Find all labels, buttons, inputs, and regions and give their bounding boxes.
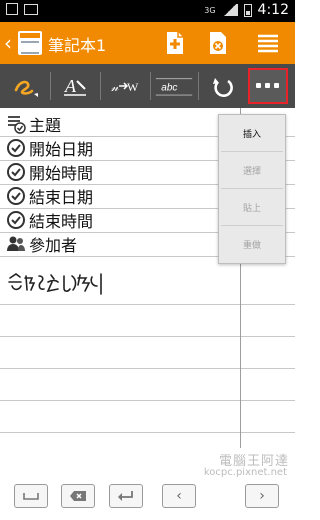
notebook-icon[interactable] (18, 31, 42, 55)
more-dots-icon (256, 83, 279, 88)
field-attendees[interactable]: 參加者 (6, 232, 77, 256)
add-page-icon[interactable] (162, 30, 188, 56)
status-time: 4:12 (257, 2, 289, 18)
mail-icon (24, 4, 38, 15)
check-icon (7, 163, 25, 181)
field-label: 結束時間 (29, 212, 94, 231)
check-icon (7, 139, 25, 157)
field-label: 開始日期 (29, 140, 94, 159)
battery-icon (243, 3, 252, 17)
people-icon (7, 236, 25, 251)
chevron-right-icon: › (259, 488, 265, 504)
notification-icon (6, 3, 18, 15)
network-type: 3G (204, 5, 216, 15)
field-end-date[interactable]: 結束日期 (6, 184, 93, 208)
enter-icon (118, 491, 133, 501)
menu-item-select[interactable]: 選擇 (219, 152, 285, 188)
svg-text:𝓃: 𝓃 (111, 80, 119, 94)
backspace-button[interactable] (61, 484, 95, 508)
field-label: 結束日期 (29, 188, 94, 207)
signal-icon (221, 4, 238, 16)
check-icon (7, 187, 25, 205)
field-subject[interactable]: 主題 (6, 112, 61, 136)
field-start-date[interactable]: 開始日期 (6, 136, 93, 160)
field-start-time[interactable]: 開始時間 (6, 160, 93, 184)
next-page-button[interactable]: › (245, 484, 279, 508)
field-end-time[interactable]: 結束時間 (6, 208, 93, 232)
more-options-menu: 插入 選擇 貼上 重做 (218, 114, 286, 264)
status-bar: 3G 4:12 (0, 0, 295, 22)
field-label: 開始時間 (29, 164, 94, 183)
subject-icon (8, 116, 26, 134)
text-input-tool[interactable]: abc (152, 68, 196, 104)
menu-item-paste[interactable]: 貼上 (219, 189, 285, 225)
action-bar: ‹ 筆記本1 (0, 22, 295, 64)
undo-icon[interactable] (200, 68, 246, 104)
more-options-button[interactable] (248, 68, 288, 104)
back-icon[interactable]: ‹ (4, 31, 12, 55)
enter-button[interactable] (109, 484, 143, 508)
menu-icon[interactable] (255, 30, 281, 56)
svg-text:W: W (127, 80, 139, 94)
field-label: 參加者 (29, 236, 78, 255)
previous-page-button[interactable]: ‹ (162, 484, 196, 508)
chevron-left-icon: ‹ (176, 488, 182, 504)
field-label: 主題 (29, 116, 62, 135)
check-icon (7, 211, 25, 229)
pen-tool-icon[interactable] (2, 68, 48, 104)
space-button[interactable] (14, 484, 48, 508)
backspace-icon (70, 491, 86, 501)
delete-page-icon[interactable] (205, 30, 231, 56)
page-title[interactable]: 筆記本1 (48, 32, 106, 56)
text-style-icon[interactable]: A (52, 68, 98, 104)
handwriting-convert-icon[interactable]: 𝓃W (102, 68, 148, 104)
menu-item-insert[interactable]: 插入 (219, 115, 285, 151)
space-icon (23, 493, 39, 500)
svg-text:abc: abc (161, 83, 177, 94)
bottom-toolbar: ‹ › (0, 475, 295, 520)
handwritten-text (8, 273, 102, 295)
menu-item-redo[interactable]: 重做 (219, 226, 285, 262)
svg-text:A: A (64, 76, 77, 96)
